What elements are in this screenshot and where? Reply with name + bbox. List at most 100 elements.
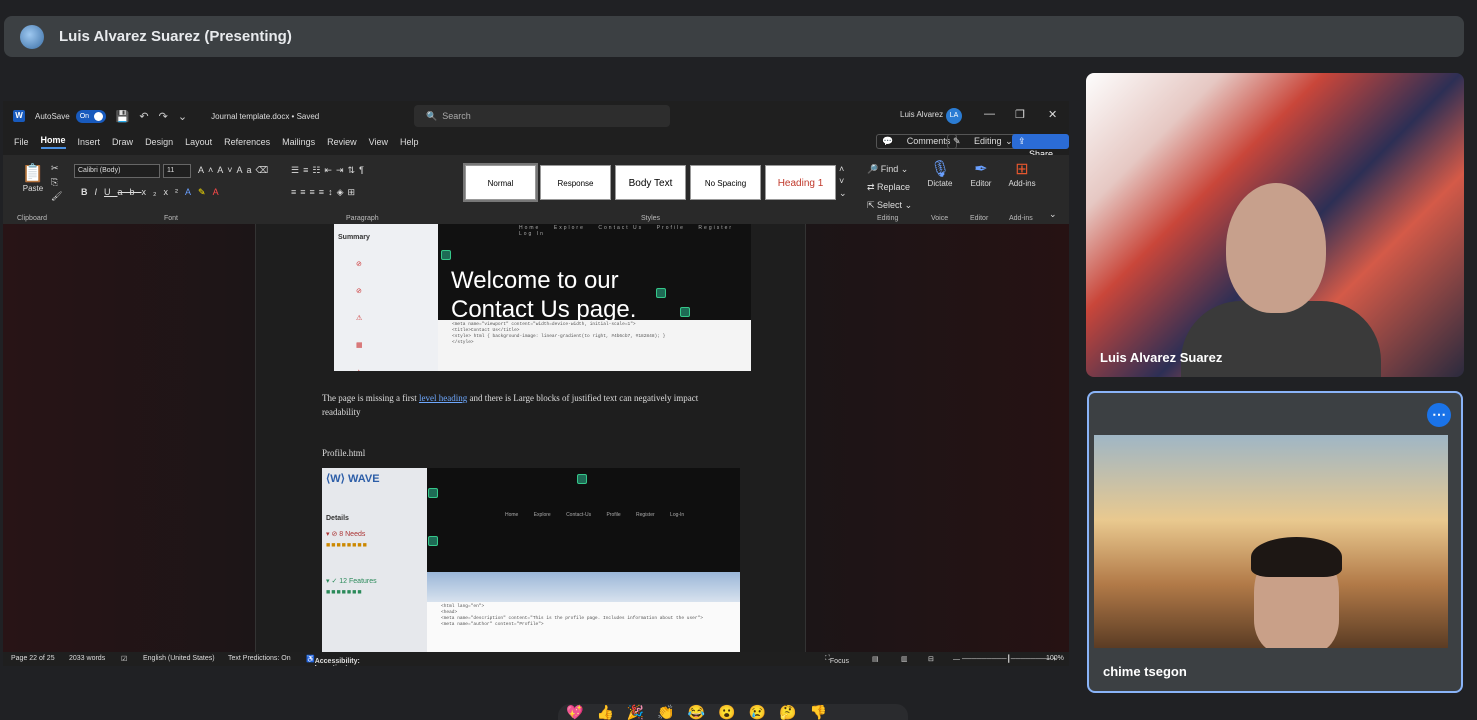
select-button[interactable]: ⇱ Select ⌄ <box>867 196 912 214</box>
shrink-font-icon[interactable]: A˅ <box>217 165 236 175</box>
web-layout-icon[interactable]: ⊟ <box>928 655 934 663</box>
style-heading-1[interactable]: Heading 1 <box>765 165 836 200</box>
participant-tile-chime[interactable]: ⋯ chime tsegon <box>1087 391 1463 693</box>
more-options-icon[interactable]: ⋯ <box>1427 403 1451 427</box>
read-mode-icon[interactable]: ▤ <box>872 655 879 663</box>
bold-icon[interactable]: B <box>81 187 95 197</box>
zoom-level[interactable]: 100% <box>1046 655 1064 662</box>
show-marks-icon[interactable]: ¶ <box>359 165 368 175</box>
autosave-toggle[interactable]: On <box>75 109 106 123</box>
redo-icon[interactable]: ↷ <box>159 110 168 123</box>
menu-design[interactable]: Design <box>145 137 173 147</box>
comments-button[interactable]: 💬 Comments <box>876 134 958 149</box>
save-icon[interactable]: 💾 <box>116 110 130 123</box>
copy-icon[interactable]: ⎘ <box>51 175 62 189</box>
menu-layout[interactable]: Layout <box>185 137 212 147</box>
bullets-icon[interactable]: ☰ <box>291 165 303 175</box>
styles-scroll[interactable]: ˄ ˅ ⌄ <box>839 163 847 199</box>
decrease-indent-icon[interactable]: ⇤ <box>324 165 336 175</box>
superscript-icon[interactable]: x² <box>164 187 186 197</box>
align-right-icon[interactable]: ≡ <box>310 187 319 197</box>
minimize-icon[interactable]: — <box>984 108 995 120</box>
dictate-button[interactable]: 🎙 Dictate <box>925 159 955 188</box>
replace-button[interactable]: ⇄ Replace <box>867 178 912 196</box>
sort-icon[interactable]: ⇅ <box>348 165 360 175</box>
shading-icon[interactable]: ◈ <box>337 187 348 197</box>
paste-button[interactable]: 📋 Paste <box>21 163 45 193</box>
line-spacing-icon[interactable]: ↕ <box>328 187 337 197</box>
word-count[interactable]: 2033 words <box>69 655 105 662</box>
word-user-name: Luis Alvarez <box>900 110 944 119</box>
underline-icon[interactable]: U <box>104 187 118 197</box>
find-button[interactable]: 🔎 Find ⌄ <box>867 160 912 178</box>
subscript-icon[interactable]: x₂ <box>142 187 164 197</box>
collapse-ribbon-icon[interactable]: ⌄ <box>1049 209 1061 220</box>
reaction-party-icon[interactable]: 🎉 <box>627 704 657 720</box>
menu-review[interactable]: Review <box>327 137 357 147</box>
proofing-icon[interactable]: ☑ <box>121 655 127 663</box>
menu-home[interactable]: Home <box>40 135 66 149</box>
highlight-icon[interactable]: ✎ <box>198 187 213 197</box>
numbering-icon[interactable]: ≡ <box>303 165 312 175</box>
style-response[interactable]: Response <box>540 165 611 200</box>
document-scrollbar[interactable] <box>1058 224 1066 652</box>
word-user-avatar[interactable]: LA <box>946 108 962 124</box>
borders-icon[interactable]: ⊞ <box>347 187 359 197</box>
focus-button[interactable]: ⛶ Focus <box>825 655 849 665</box>
reaction-thumbs-down-icon[interactable]: 👎 <box>810 704 840 720</box>
text-predictions-status[interactable]: Text Predictions: On <box>228 655 291 662</box>
menu-insert[interactable]: Insert <box>78 137 101 147</box>
presenter-bar: Luis Alvarez Suarez (Presenting) <box>4 16 1464 57</box>
cut-icon[interactable]: ✂ <box>51 161 62 175</box>
menu-file[interactable]: File <box>14 137 29 147</box>
menu-draw[interactable]: Draw <box>112 137 133 147</box>
reaction-heart-icon[interactable]: 💖 <box>566 704 596 720</box>
addins-button[interactable]: ⊞ Add-ins <box>1005 159 1039 188</box>
reaction-sad-icon[interactable]: 😢 <box>749 704 779 720</box>
undo-icon[interactable]: ↶ <box>139 110 148 123</box>
level-heading-link[interactable]: level heading <box>419 393 467 403</box>
editor-button[interactable]: ✒ Editor <box>966 159 996 188</box>
reaction-thumbs-up-icon[interactable]: 👍 <box>596 704 626 720</box>
share-button[interactable]: ⇪ Share ⌄ <box>1012 134 1069 172</box>
accessibility-status[interactable]: ♿ Accessibility: Investigate <box>306 655 360 666</box>
justify-icon[interactable]: ≡ <box>319 187 328 197</box>
font-name-select[interactable]: Calibri (Body) <box>74 164 160 178</box>
text-effects-icon[interactable]: A <box>185 187 198 197</box>
format-painter-icon[interactable]: 🖌 <box>51 189 62 203</box>
menu-mailings[interactable]: Mailings <box>282 137 315 147</box>
language-status[interactable]: English (United States) <box>143 655 215 662</box>
close-icon[interactable]: ✕ <box>1048 108 1057 121</box>
strikethrough-icon[interactable]: ab <box>118 187 142 197</box>
multilevel-list-icon[interactable]: ☷ <box>312 165 324 175</box>
font-color-icon[interactable]: A <box>213 187 226 197</box>
reaction-surprised-icon[interactable]: 😮 <box>718 704 748 720</box>
increase-indent-icon[interactable]: ⇥ <box>336 165 348 175</box>
reaction-laugh-icon[interactable]: 😂 <box>688 704 718 720</box>
menu-help[interactable]: Help <box>400 137 419 147</box>
style-body-text[interactable]: Body Text <box>615 165 686 200</box>
align-left-icon[interactable]: ≡ <box>291 187 300 197</box>
menu-references[interactable]: References <box>224 137 270 147</box>
style-normal[interactable]: Normal <box>463 163 538 202</box>
align-center-icon[interactable]: ≡ <box>300 187 309 197</box>
participant-tile-luis[interactable]: Luis Alvarez Suarez <box>1086 73 1464 377</box>
document-page[interactable]: Summary ⊘ ⊘⚠ ▦△ ■ Home Explore Contact U… <box>255 224 806 652</box>
editing-mode-button[interactable]: ✎ Editing ⌄ <box>947 134 1019 149</box>
clear-formatting-icon[interactable]: ⌫ <box>256 165 273 175</box>
change-case-icon[interactable]: Aa <box>237 165 256 175</box>
font-size-select[interactable]: 11 <box>163 164 191 178</box>
reaction-thinking-icon[interactable]: 🤔 <box>779 704 809 720</box>
print-layout-icon[interactable]: ▥ <box>901 655 908 663</box>
page-count[interactable]: Page 22 of 25 <box>11 655 55 662</box>
maximize-icon[interactable]: ❐ <box>1015 108 1025 121</box>
zoom-slider[interactable]: — ─────────┃──────── + <box>953 655 1057 663</box>
reaction-clap-icon[interactable]: 👏 <box>657 704 687 720</box>
grow-font-icon[interactable]: A˄ <box>198 165 217 175</box>
style-no-spacing[interactable]: No Spacing <box>690 165 761 200</box>
customize-chevron-icon[interactable]: ⌄ <box>178 110 187 123</box>
scrollbar-thumb[interactable] <box>1060 574 1064 585</box>
menu-view[interactable]: View <box>369 137 388 147</box>
italic-icon[interactable]: I <box>95 187 105 197</box>
word-search-input[interactable]: 🔍 Search <box>414 105 670 127</box>
